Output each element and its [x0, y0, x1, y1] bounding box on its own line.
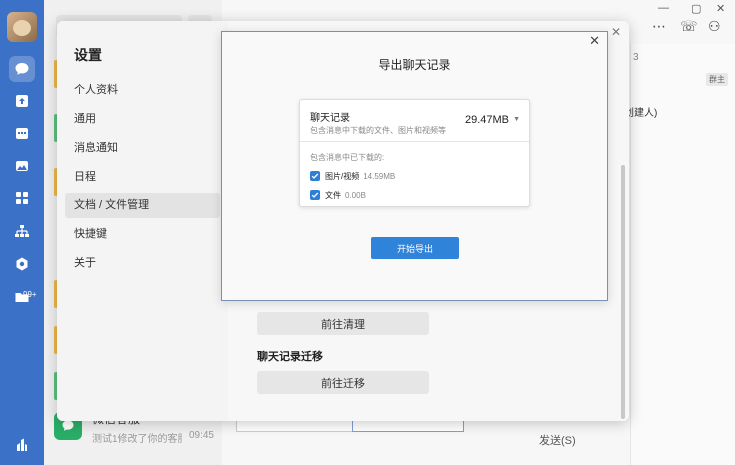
nav-item-about[interactable]: 关于 — [65, 251, 220, 276]
message-attachment[interactable] — [236, 420, 354, 432]
upload-icon[interactable] — [9, 88, 35, 114]
total-size: 29.47MB — [464, 114, 509, 126]
settings-nav: 设置 个人资料 通用 消息通知 日程 文档 / 文件管理 快捷键 关于 — [57, 21, 228, 421]
chat-icon[interactable] — [9, 56, 35, 82]
group-owner-badge: 群主 — [706, 73, 728, 86]
more-icon[interactable]: ⋯ — [652, 18, 666, 35]
chat-item-preview: 测试1修改了你的客服... — [92, 434, 182, 445]
org-chart-icon[interactable] — [9, 218, 35, 244]
migration-section-title: 聊天记录迁移 — [257, 351, 323, 363]
checkbox-images-videos[interactable] — [310, 171, 320, 181]
option-images-videos[interactable]: 图片/视频 14.59MB — [310, 170, 395, 182]
nav-item-notifications[interactable]: 消息通知 — [65, 136, 220, 161]
calendar-icon[interactable] — [9, 120, 35, 146]
nav-item-general[interactable]: 通用 — [65, 107, 220, 132]
nav-item-profile[interactable]: 个人资料 — [65, 78, 220, 103]
chevron-down-icon[interactable]: ▼ — [513, 116, 520, 123]
chat-item-time: 09:45 — [188, 430, 214, 441]
nav-item-schedule[interactable]: 日程 — [65, 165, 220, 190]
close-icon[interactable]: ✕ — [716, 2, 725, 15]
export-dialog-title: 导出聊天记录 — [378, 58, 451, 72]
export-dialog: ✕ 导出聊天记录 聊天记录 包含消息中下载的文件、图片和视频等 29.47MB … — [221, 31, 608, 301]
export-options-card: 聊天记录 包含消息中下载的文件、图片和视频等 29.47MB ▼ 包含消息中已下… — [299, 99, 530, 207]
option-files[interactable]: 文件 0.00B — [310, 189, 366, 201]
export-close-icon[interactable]: ✕ — [589, 33, 600, 49]
hexagon-icon[interactable] — [9, 251, 35, 277]
add-member-icon[interactable]: ⚇ — [708, 18, 721, 35]
option-size: 14.59MB — [363, 171, 396, 181]
apps-grid-icon[interactable] — [9, 185, 35, 211]
migrate-button[interactable]: 前往迁移 — [257, 371, 429, 394]
image-icon[interactable] — [9, 153, 35, 179]
minimize-icon[interactable]: — — [658, 2, 669, 14]
maximize-icon[interactable]: ▢ — [691, 2, 701, 15]
checkbox-files[interactable] — [310, 190, 320, 200]
option-size: 0.00B — [345, 190, 366, 200]
notification-badge: 99+ — [23, 290, 37, 299]
nav-item-shortcuts[interactable]: 快捷键 — [65, 222, 220, 247]
settings-scrollbar[interactable] — [621, 165, 625, 419]
option-label: 图片/视频 — [325, 171, 360, 181]
settings-title: 设置 — [74, 47, 102, 63]
settings-close-icon[interactable]: ✕ — [611, 25, 621, 39]
workspace-icon[interactable] — [9, 432, 35, 458]
member-count: 3 — [633, 52, 639, 63]
card-subtitle: 包含消息中下载的文件、图片和视频等 — [310, 126, 446, 135]
export-size-selector[interactable]: 聊天记录 包含消息中下载的文件、图片和视频等 29.47MB ▼ — [300, 100, 529, 142]
send-button[interactable]: 发送(S) — [539, 432, 576, 448]
avatar[interactable] — [7, 12, 37, 42]
include-note: 包含消息中已下载的: — [310, 153, 385, 162]
clean-button[interactable]: 前往清理 — [257, 312, 429, 335]
app-rail: 99+ — [0, 0, 44, 465]
call-icon[interactable]: ☏ — [680, 18, 698, 35]
nav-item-file-management[interactable]: 文档 / 文件管理 — [65, 193, 220, 218]
message-attachment[interactable] — [352, 420, 464, 432]
card-title: 聊天记录 — [310, 113, 350, 124]
option-label: 文件 — [325, 190, 341, 200]
member-role-text: 创建人) — [624, 108, 658, 119]
start-export-button[interactable]: 开始导出 — [371, 237, 459, 259]
